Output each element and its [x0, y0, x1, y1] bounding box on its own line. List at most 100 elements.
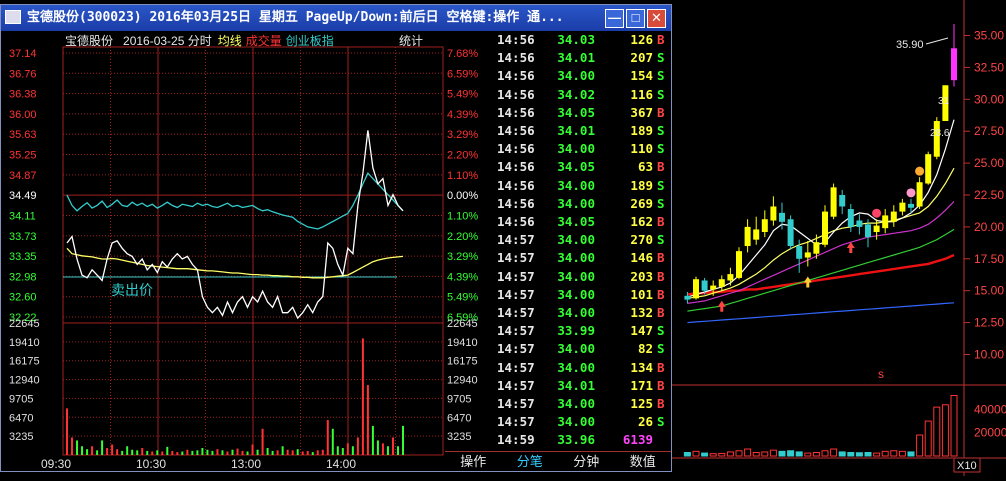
kline-candle-body[interactable] — [684, 295, 691, 300]
tick-row[interactable]: 14:56 34.00 189 S — [497, 177, 669, 195]
kline-volume-bar — [847, 452, 855, 457]
kline-volume-bar — [787, 450, 795, 457]
tick-row[interactable]: 14:57 33.99 147 S — [497, 322, 669, 340]
volume-bar — [402, 425, 404, 455]
kline-candle-body[interactable] — [890, 211, 897, 222]
kline-candle-body[interactable] — [761, 219, 768, 232]
daily-kline-chart[interactable]: 35.00 32.50 30.00 27.50 25.00 22.50 20.00 17.50… — [672, 0, 1006, 476]
volume-bar — [116, 449, 119, 455]
window-title: 宝德股份(300023) 2016年03月25日 星期五 PageUp/Down… — [27, 10, 564, 25]
volume-bar — [281, 446, 284, 455]
kline-candle-body[interactable] — [710, 285, 717, 290]
kline-candle-body[interactable] — [839, 195, 846, 207]
tick-row[interactable]: 14:56 34.02 116 S — [497, 86, 669, 104]
tab-3[interactable]: 数值 — [615, 452, 672, 472]
tick-row[interactable]: 14:57 34.01 171 B — [497, 377, 669, 395]
tick-time: 14:56 — [497, 214, 535, 229]
kline-candle-body[interactable] — [873, 225, 880, 232]
volume-bar — [366, 385, 369, 455]
kline-candle-body[interactable] — [865, 224, 871, 238]
volume-tick-label: 16175 — [9, 356, 40, 368]
kline-candle-body[interactable] — [951, 48, 957, 81]
tick-row[interactable]: 14:57 34.00 203 B — [497, 268, 669, 286]
window-titlebar[interactable]: 宝德股份(300023) 2016年03月25日 星期五 PageUp/Down… — [1, 5, 671, 31]
tick-row[interactable]: 14:57 34.00 146 B — [497, 249, 669, 267]
volume-bar — [131, 449, 134, 455]
tick-row[interactable]: 14:57 34.00 134 B — [497, 359, 669, 377]
kline-candle-body[interactable] — [830, 187, 837, 217]
tick-row[interactable]: 14:56 34.05 367 B — [497, 104, 669, 122]
tick-price: 34.00 — [557, 396, 595, 411]
kline-mark-28: 28.6 — [930, 128, 950, 139]
tick-volume: 203 — [630, 268, 653, 284]
kline-corner-label[interactable]: X10 — [957, 460, 977, 472]
kline-candle-body[interactable] — [753, 229, 760, 240]
kline-candle-body[interactable] — [847, 209, 854, 227]
volume-tick-label-right: 16175 — [447, 356, 478, 368]
tick-direction: S — [657, 123, 665, 138]
volume-bar — [396, 446, 399, 455]
volume-bar — [296, 449, 299, 455]
kline-volume-bar — [795, 451, 803, 457]
kline-candle-body[interactable] — [736, 251, 742, 278]
kline-candle-body[interactable] — [916, 182, 923, 207]
kline-candle-body[interactable] — [856, 220, 863, 227]
intraday-chart[interactable]: 37.14 7.68% 36.76 6.59% 36.38 5.49% 36.00 4.39%… — [7, 31, 493, 471]
tab-2[interactable]: 分钟 — [558, 452, 615, 472]
tick-list[interactable]: 14:56 34.03 126 B 14:56 34.01 207 S 14:56 34.00 15… — [497, 31, 669, 455]
tick-row[interactable]: 14:57 34.00 101 B — [497, 286, 669, 304]
tick-row[interactable]: 14:56 34.00 110 S — [497, 140, 669, 158]
tick-row[interactable]: 14:57 34.00 125 B — [497, 395, 669, 413]
kline-candle-body[interactable] — [804, 252, 811, 258]
kline-candle-body[interactable] — [822, 211, 828, 245]
tick-volume: 101 — [630, 286, 653, 302]
tick-price: 34.00 — [557, 232, 595, 248]
tick-row[interactable]: 14:57 34.00 26 S — [497, 413, 669, 431]
kline-candle-body[interactable] — [796, 246, 803, 259]
kline-candle-body[interactable] — [925, 154, 932, 184]
kline-candle-body[interactable] — [787, 219, 794, 247]
tick-direction: B — [657, 250, 665, 266]
volume-tick-label-right: 3235 — [447, 431, 471, 443]
kline-candle-body[interactable] — [908, 203, 914, 208]
tick-row[interactable]: 14:57 34.00 132 B — [497, 304, 669, 322]
tick-row[interactable]: 14:56 34.03 126 B — [497, 31, 669, 49]
intraday-popup-window[interactable]: 宝德股份(300023) 2016年03月25日 星期五 PageUp/Down… — [0, 4, 672, 472]
tick-row[interactable]: 14:57 34.00 270 S — [497, 231, 669, 249]
tick-price: 34.00 — [557, 250, 595, 266]
kline-buy-arrow-icon — [717, 300, 726, 312]
kline-candle-body[interactable] — [813, 242, 820, 254]
close-button[interactable]: ✕ — [647, 9, 666, 28]
tick-row[interactable]: 14:56 34.00 154 S — [497, 67, 669, 85]
volume-bar — [161, 451, 164, 455]
kline-candle-body[interactable] — [727, 274, 734, 281]
kline-candle-body[interactable] — [701, 280, 708, 291]
maximize-button[interactable]: □ — [626, 9, 645, 28]
tick-row[interactable]: 14:56 34.01 189 S — [497, 122, 669, 140]
kline-candle-body[interactable] — [770, 206, 777, 221]
tab-0[interactable]: 操作 — [445, 452, 502, 472]
tick-row[interactable]: 14:59 33.96 6139 — [497, 431, 669, 449]
tab-1[interactable]: 分笔 — [502, 452, 559, 472]
kline-candle-body[interactable] — [899, 202, 906, 212]
tick-direction: B — [657, 214, 665, 229]
stats-label[interactable]: 统计 — [399, 34, 423, 48]
volume-bar — [391, 437, 394, 455]
kline-candle-body[interactable] — [693, 279, 699, 299]
kline-candle-body[interactable] — [882, 215, 889, 229]
kline-candle-body[interactable] — [718, 279, 725, 287]
tick-row[interactable]: 14:56 34.05 162 B — [497, 213, 669, 231]
volume-tick-label: 6470 — [9, 412, 33, 424]
volume-bar — [306, 450, 309, 455]
minimize-button[interactable]: — — [605, 9, 624, 28]
bottom-tabs: 操作 分笔 分钟 数值 — [445, 451, 671, 472]
tick-row[interactable]: 14:57 34.00 82 S — [497, 340, 669, 358]
tick-row[interactable]: 14:56 34.05 63 B — [497, 158, 669, 176]
tick-price: 34.00 — [557, 141, 595, 157]
kline-candle-body[interactable] — [779, 212, 785, 222]
kline-volume-label: 40000 — [974, 402, 1006, 416]
tick-row[interactable]: 14:56 34.01 207 S — [497, 49, 669, 67]
tick-row[interactable]: 14:56 34.00 269 S — [497, 195, 669, 213]
kline-candle-body[interactable] — [744, 226, 751, 247]
tick-time: 14:57 — [497, 414, 535, 430]
